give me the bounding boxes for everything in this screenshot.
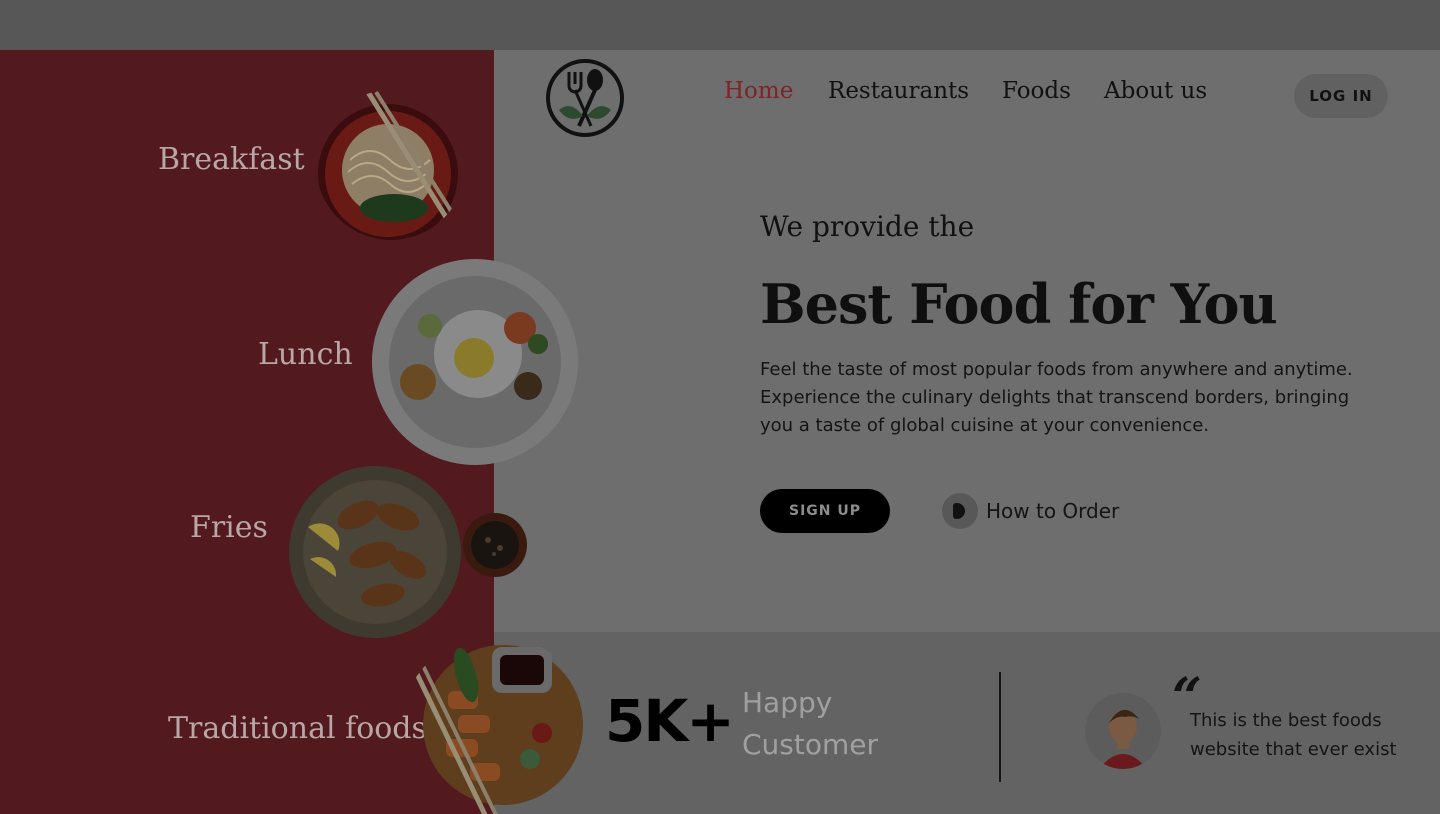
landing-page: Breakfast Lunch Fries Traditional foods	[0, 50, 1440, 814]
fries-chicken-plate-image	[289, 466, 461, 638]
hero-subtitle: We provide the	[760, 210, 975, 243]
login-button[interactable]: LOG IN	[1294, 74, 1388, 118]
how-to-order-label: How to Order	[986, 499, 1120, 523]
pepper-sauce-bowl-image	[463, 513, 527, 577]
nav-restaurants[interactable]: Restaurants	[828, 78, 969, 104]
category-lunch[interactable]: Lunch	[258, 337, 353, 372]
testimonial-text: This is the best foods website that ever…	[1190, 710, 1397, 760]
category-breakfast[interactable]: Breakfast	[158, 142, 305, 177]
customer-count-label: Happy Customer	[742, 686, 879, 761]
play-icon	[942, 493, 978, 529]
signup-button[interactable]: SIGN UP	[760, 489, 890, 533]
stats-divider	[999, 672, 1001, 782]
hero-title: Best Food for You	[760, 272, 1278, 336]
nav-home[interactable]: Home	[724, 78, 793, 104]
hero-description: Feel the taste of most popular foods fro…	[760, 359, 1353, 436]
category-traditional-foods[interactable]: Traditional foods	[168, 711, 427, 746]
customer-count: 5K+	[605, 687, 735, 755]
nav-about-us[interactable]: About us	[1104, 78, 1207, 104]
fork-spoon-leaves-logo-icon[interactable]	[545, 58, 625, 138]
user-avatar	[1085, 693, 1161, 769]
category-fries[interactable]: Fries	[190, 510, 268, 545]
traditional-sushi-board-image	[400, 638, 583, 814]
how-to-order-button[interactable]: How to Order	[942, 493, 1119, 529]
breakfast-noodle-bowl-image	[318, 90, 460, 240]
nav-foods[interactable]: Foods	[1002, 78, 1071, 104]
lunch-rice-plate-image	[372, 259, 578, 465]
overlay-top-bar	[0, 0, 1440, 50]
